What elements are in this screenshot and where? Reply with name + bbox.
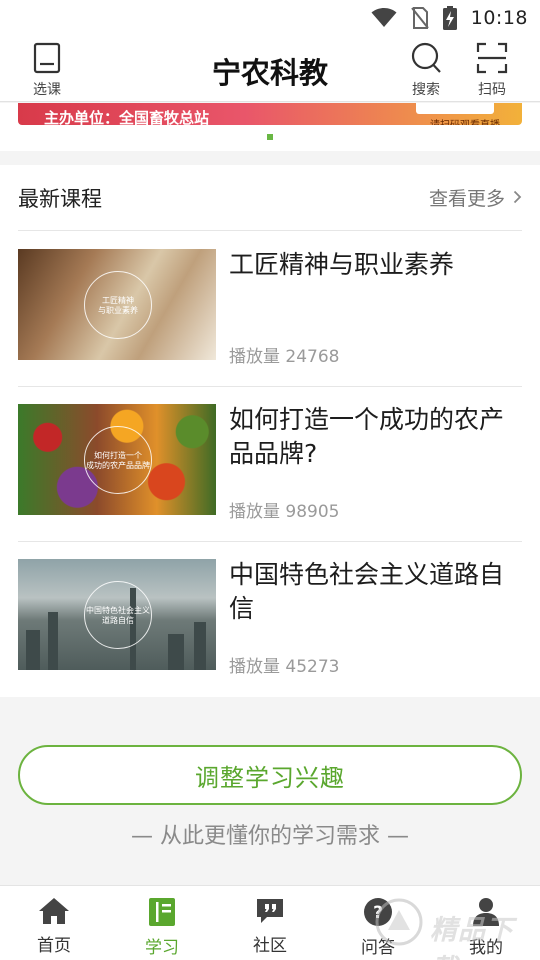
- nav-mine[interactable]: 我的: [432, 886, 540, 960]
- nav-label: 首页: [37, 936, 71, 956]
- thumb-building: [26, 630, 40, 670]
- course-thumbnail[interactable]: 工匠精神 与职业素养: [18, 249, 216, 360]
- scan-button[interactable]: 扫码: [465, 42, 519, 99]
- thumb-caption: 如何打造一个 成功的农产品品牌: [86, 451, 150, 470]
- battery-charging-icon: [442, 6, 457, 30]
- course-thumbnail[interactable]: 如何打造一个 成功的农产品品牌: [18, 404, 216, 515]
- clock: 10:18: [470, 7, 528, 29]
- wifi-icon: [371, 8, 397, 28]
- no-sim-icon: [410, 7, 429, 29]
- banner-slide[interactable]: 主办单位：全国畜牧总站 请扫码观看直播: [18, 103, 522, 125]
- search-button[interactable]: 搜索: [399, 42, 453, 99]
- nav-label: 学习: [145, 938, 179, 958]
- quote-icon: [255, 899, 285, 929]
- thumb-caption: 中国特色社会主义 道路自信: [86, 606, 150, 625]
- carousel-indicator: [267, 134, 273, 140]
- thumb-building: [48, 612, 58, 670]
- page-title: 宁农科教: [211, 56, 328, 90]
- chevron-right-icon: [513, 187, 522, 209]
- thumb-building: [168, 634, 184, 670]
- thumb-building: [194, 622, 206, 670]
- course-thumbnail[interactable]: 中国特色社会主义 道路自信: [18, 559, 216, 670]
- nav-label: 社区: [253, 936, 287, 956]
- course-item[interactable]: 工匠精神 与职业素养 工匠精神与职业素养 播放量 24768: [18, 232, 522, 387]
- banner-tag: 请扫码观看直播: [430, 116, 500, 125]
- view-more-label: 查看更多: [428, 188, 505, 210]
- course-play-count: 播放量 98905: [229, 502, 340, 522]
- banner-organizer: 主办单位：全国畜牧总站: [44, 109, 210, 125]
- home-icon: [38, 898, 70, 929]
- nav-study[interactable]: 学习: [108, 886, 216, 960]
- search-icon: [409, 42, 443, 78]
- latest-courses-section: 最新课程 查看更多 工匠精神 与职业素养 工匠精神与职业素养 播放量 24768…: [0, 165, 540, 697]
- notebook-icon: [33, 42, 61, 78]
- banner-carousel[interactable]: 主办单位：全国畜牧总站 请扫码观看直播: [0, 103, 540, 151]
- course-title[interactable]: 工匠精神与职业素养: [229, 248, 522, 282]
- course-play-count: 播放量 45273: [229, 657, 340, 677]
- thumb-caption: 工匠精神 与职业素养: [98, 296, 138, 315]
- course-play-count: 播放量 24768: [229, 347, 340, 367]
- nav-label: 问答: [361, 938, 395, 958]
- course-item[interactable]: 中国特色社会主义 道路自信 中国特色社会主义道路自信 播放量 45273: [18, 542, 522, 697]
- search-label: 搜索: [412, 82, 440, 98]
- section-header: 最新课程 查看更多: [18, 165, 522, 231]
- nav-community[interactable]: 社区: [216, 886, 324, 960]
- question-icon: ?: [363, 898, 393, 931]
- adjust-interests-button[interactable]: 调整学习兴趣: [18, 745, 522, 805]
- section-title: 最新课程: [18, 186, 102, 211]
- scan-label: 扫码: [478, 82, 506, 98]
- bottom-nav: 首页 学习 社区 ? 问答 我的: [0, 885, 540, 960]
- app-header: 选课 宁农科教 搜索 扫码: [0, 36, 540, 102]
- book-icon: [148, 898, 176, 931]
- scan-icon: [476, 42, 508, 78]
- course-title[interactable]: 如何打造一个成功的农产品品牌?: [229, 403, 522, 471]
- view-more-link[interactable]: 查看更多: [429, 184, 522, 211]
- nav-qa[interactable]: ? 问答: [324, 886, 432, 960]
- person-icon: [471, 898, 501, 931]
- svg-text:?: ?: [373, 903, 383, 923]
- adjust-hint: — 从此更懂你的学习需求 —: [131, 824, 409, 849]
- select-course-button[interactable]: 选课: [20, 42, 74, 99]
- course-title[interactable]: 中国特色社会主义道路自信: [229, 558, 522, 626]
- banner-logo: [416, 103, 494, 114]
- status-bar: 10:18: [0, 0, 540, 36]
- nav-home[interactable]: 首页: [0, 886, 108, 960]
- nav-label: 我的: [469, 938, 503, 958]
- select-course-label: 选课: [33, 82, 61, 98]
- course-item[interactable]: 如何打造一个 成功的农产品品牌 如何打造一个成功的农产品品牌? 播放量 9890…: [18, 387, 522, 542]
